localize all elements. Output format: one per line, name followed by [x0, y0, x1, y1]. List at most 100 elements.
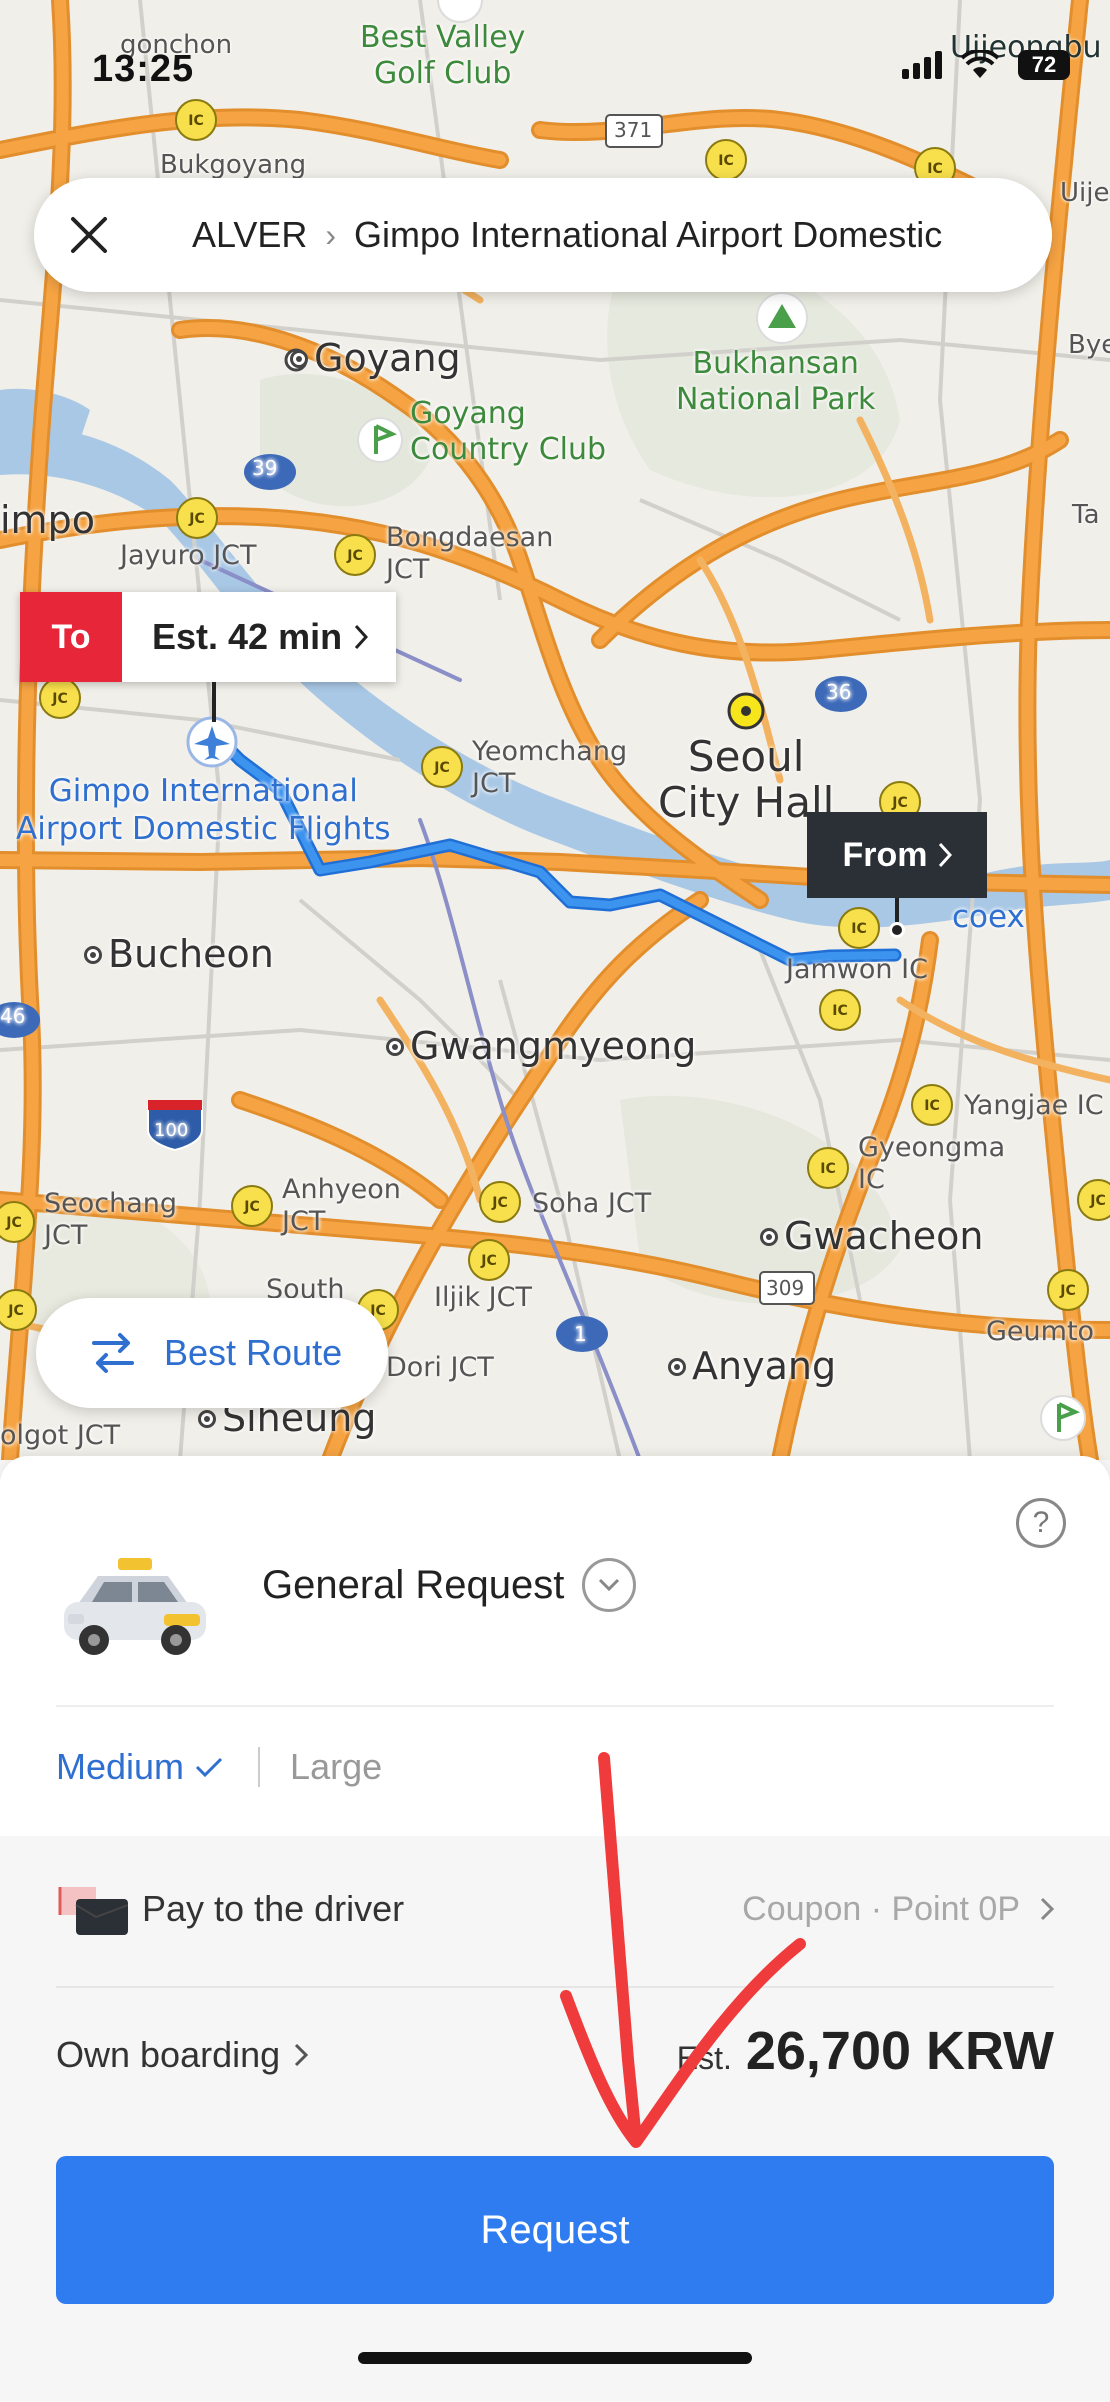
best-route-label: Best Route	[164, 1332, 343, 1373]
city-dot-icon	[760, 1227, 778, 1246]
svg-text:JC: JC	[243, 1199, 259, 1215]
size-option-medium[interactable]: Medium	[56, 1746, 224, 1788]
city-dot-icon	[668, 1357, 686, 1376]
city-dot-icon	[84, 945, 102, 964]
origin-marker[interactable]: From	[807, 812, 987, 898]
svg-text:IC: IC	[820, 1161, 835, 1177]
svg-text:IC: IC	[718, 153, 733, 169]
chevron-right-icon	[354, 624, 369, 650]
request-type-selector[interactable]: General Request	[262, 1558, 637, 1612]
road-shield-100: 100	[154, 1120, 189, 1141]
to-tag: To	[20, 592, 122, 682]
status-icons: 72	[902, 50, 1070, 80]
route-destination: Gimpo International Airport Domestic	[354, 214, 943, 255]
payment-section: Pay to the driver Coupon · Point 0P Own …	[0, 1836, 1110, 2402]
svg-text:JC: JC	[480, 1253, 496, 1269]
eta-label: Est. 42 min	[122, 592, 397, 682]
map-label-yeomchang: Yeomchang JCT	[472, 736, 628, 799]
svg-text:JC: JC	[188, 511, 204, 527]
map-label-bongdaesan: Bongdaesan JCT	[386, 522, 554, 585]
route-separator: ›	[325, 216, 337, 253]
goyang-text: Goyang	[314, 336, 461, 380]
request-type-label: General Request	[262, 1562, 565, 1607]
eta-text: Est. 42 min	[152, 616, 343, 657]
svg-text:IC: IC	[927, 161, 942, 177]
route-origin: ALVER	[192, 214, 308, 255]
bottom-sheet: ? General Request Medium Large Pay to th…	[0, 1456, 1110, 2402]
svg-text:JC: JC	[5, 1215, 21, 1231]
map-label-best-valley: Best Valley Golf Club	[360, 20, 526, 91]
vehicle-size-selector: Medium Large	[56, 1746, 382, 1788]
coupon-points[interactable]: Coupon · Point 0P	[742, 1890, 1054, 1929]
bucheon-text: Bucheon	[108, 932, 274, 976]
payment-label: Pay to the driver	[142, 1888, 405, 1929]
route-summary[interactable]: ALVER › Gimpo International Airport Dome…	[144, 214, 942, 256]
request-button[interactable]: Request	[56, 2156, 1054, 2304]
anyang-text: Anyang	[692, 1344, 837, 1388]
svg-text:IC: IC	[832, 1003, 847, 1019]
close-icon	[71, 217, 107, 253]
map-label-coex: coex	[952, 899, 1025, 935]
close-button[interactable]	[34, 178, 144, 292]
map-label-gwangmyeong: Gwangmyeong	[386, 1024, 696, 1068]
map-label-jamwon: Jamwon IC	[786, 954, 928, 985]
map-label-bye: Bye	[1068, 330, 1110, 360]
taxi-icon	[64, 1558, 206, 1655]
help-icon: ?	[1032, 1506, 1050, 1539]
map-label-dori: Dori JCT	[386, 1352, 494, 1383]
destination-pin	[212, 682, 216, 722]
boarding-option[interactable]: Own boarding	[56, 2034, 309, 2076]
city-dot-icon	[198, 1409, 216, 1428]
map-label-gimpo-airport: Gimpo International Airport Domestic Fli…	[16, 773, 391, 847]
map-label-goyang-cc: Goyang Country Club	[410, 396, 607, 467]
status-time: 13:25	[92, 48, 195, 90]
svg-text:IC: IC	[188, 113, 203, 129]
chevron-down-icon	[582, 1558, 637, 1612]
map-label-gyeongma: Gyeongma IC	[858, 1132, 1006, 1195]
svg-text:JC: JC	[891, 795, 907, 811]
origin-pin-dot	[889, 922, 905, 938]
map-label-uije: Uije	[1060, 178, 1110, 208]
fare-est-label: Est.	[676, 2040, 732, 2076]
map-label-goyang: Goyang	[290, 336, 461, 380]
help-button[interactable]: ?	[1016, 1498, 1066, 1548]
chevron-right-icon	[938, 842, 952, 868]
map-label-gwacheon: Gwacheon	[760, 1214, 984, 1258]
divider	[56, 1705, 1054, 1707]
svg-text:JC: JC	[1089, 1193, 1105, 1209]
road-shield-1: 1	[574, 1322, 587, 1346]
map-view[interactable]: JC JC JC JC JC IC IC IC JC JC JC JC JC JC JC JC …	[0, 0, 1110, 1460]
best-route-button[interactable]: Best Route	[36, 1298, 388, 1408]
destination-marker[interactable]: To Est. 42 min	[20, 592, 397, 682]
divider	[56, 1986, 1054, 1988]
city-dot-icon	[290, 349, 308, 368]
map-label-anyang: Anyang	[668, 1344, 836, 1388]
boarding-label: Own boarding	[56, 2034, 281, 2075]
map-label-anhyeon: Anhyeon JCT	[282, 1174, 401, 1237]
map-label-geumto: Geumto	[986, 1316, 1095, 1347]
map-label-soha: Soha JCT	[532, 1188, 652, 1219]
wallet-icon	[58, 1887, 128, 1935]
chevron-right-icon	[1040, 1897, 1054, 1921]
svg-text:JC: JC	[433, 760, 449, 776]
battery-icon: 72	[1018, 50, 1070, 80]
size-separator	[258, 1747, 261, 1787]
payment-method-row[interactable]: Pay to the driver Coupon · Point 0P	[56, 1874, 1054, 1944]
svg-text:JC: JC	[346, 548, 362, 564]
svg-text:IC: IC	[924, 1098, 939, 1114]
wifi-icon	[960, 50, 1000, 78]
map-label-yangjae: Yangjae IC	[964, 1090, 1104, 1121]
home-indicator	[358, 2352, 752, 2364]
check-icon	[195, 1757, 223, 1778]
map-label-gimpo: impo	[0, 498, 95, 542]
map-label-bucheon: Bucheon	[84, 932, 274, 976]
map-label-jayuro: Jayuro JCT	[120, 540, 257, 571]
size-option-large[interactable]: Large	[290, 1746, 382, 1788]
road-shield-371: 371	[614, 118, 653, 142]
chevron-right-icon	[295, 2043, 309, 2067]
fare-estimate: Est. 26,700 KRW	[677, 2020, 1054, 2082]
fare-amount: 26,700 KRW	[745, 2021, 1054, 2081]
size-medium-label: Medium	[56, 1746, 185, 1787]
route-header: ALVER › Gimpo International Airport Dome…	[34, 178, 1052, 292]
road-shield-46: 46	[0, 1004, 26, 1028]
